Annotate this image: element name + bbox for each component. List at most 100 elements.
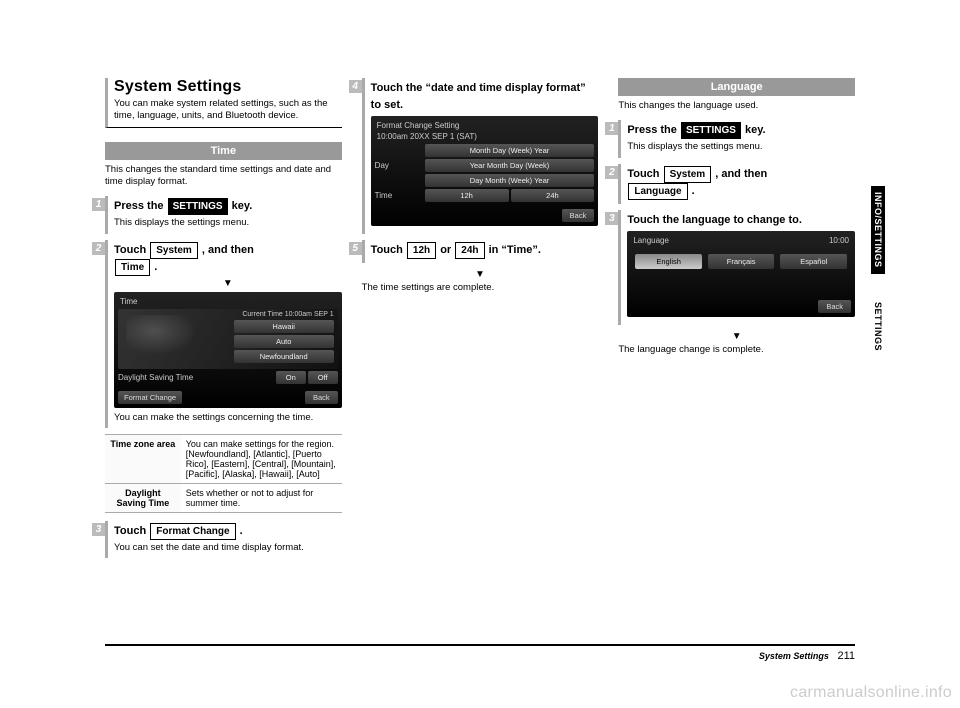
- shot-title: Time: [118, 296, 338, 307]
- title-block: System Settings You can make system rela…: [105, 78, 342, 128]
- step3-text: Touch the language to change to.: [627, 212, 855, 229]
- time-step-3: 3 Touch Format Change . You can set the …: [105, 521, 342, 558]
- section-time-heading: Time: [105, 142, 342, 160]
- settings-key: SETTINGS: [681, 122, 741, 139]
- text: , and then: [202, 244, 254, 256]
- text: Press the: [114, 200, 167, 212]
- lang-step-2: 2 Touch System , and then Language .: [618, 164, 855, 204]
- lang-francais: Français: [708, 254, 775, 269]
- time-key: Time: [115, 259, 150, 276]
- settings-key: SETTINGS: [168, 198, 228, 215]
- footer-page: 211: [837, 650, 855, 662]
- text: or: [440, 244, 454, 256]
- text: Touch: [627, 168, 662, 180]
- step-number: 1: [92, 198, 105, 211]
- format-screenshot: Format Change Setting 10:00am 20XX SEP 1…: [371, 116, 599, 226]
- col-1: System Settings You can make system rela…: [105, 78, 342, 564]
- step-number: 2: [605, 166, 618, 179]
- table-h2: Daylight Saving Time: [105, 484, 181, 513]
- text: Touch: [371, 244, 406, 256]
- fmt-opt: Year Month Day (Week): [425, 159, 595, 172]
- time-step-2: 2 Touch System , and then Time . ▼ Time …: [105, 240, 342, 428]
- language-done: The language change is complete.: [618, 344, 855, 356]
- shot-sub: 10:00am 20XX SEP 1 (SAT): [375, 131, 595, 142]
- shot-title: Format Change Setting: [375, 120, 595, 131]
- tz-opt: Auto: [234, 335, 334, 348]
- table-v2: Sets whether or not to adjust for summer…: [181, 484, 342, 513]
- text: in “Time”.: [489, 244, 541, 256]
- text: Press the: [627, 124, 680, 136]
- format-change-btn: Format Change: [118, 391, 182, 404]
- step-number: 3: [605, 212, 618, 225]
- lang-step-1: 1 Press the SETTINGS key. This displays …: [618, 120, 855, 157]
- format-step-4: 4 Touch the “date and time display forma…: [362, 78, 599, 234]
- page: System Settings You can make system rela…: [105, 78, 855, 662]
- time-12h: 12h: [425, 189, 509, 202]
- col-3: Language This changes the language used.…: [618, 78, 855, 564]
- col-2: 4 Touch the “date and time display forma…: [362, 78, 599, 564]
- language-key: Language: [628, 183, 687, 200]
- page-title: System Settings: [114, 78, 342, 96]
- back-btn: Back: [562, 209, 595, 222]
- format-done: The time settings are complete.: [362, 282, 599, 294]
- tz-opt: Newfoundland: [234, 350, 334, 363]
- text: key.: [232, 200, 253, 212]
- fmt-opt: Day Month (Week) Year: [425, 174, 595, 187]
- fmt-opt: Month Day (Week) Year: [425, 144, 595, 157]
- step-number: 4: [349, 80, 362, 93]
- language-screenshot: Language 10:00 English Français Español …: [627, 231, 855, 317]
- dst-on: On: [276, 371, 306, 384]
- text: .: [692, 185, 695, 197]
- text: , and then: [715, 168, 767, 180]
- key-24h: 24h: [455, 242, 484, 259]
- tab-settings: SETTINGS: [871, 296, 885, 357]
- watermark: carmanualsonline.info: [790, 684, 952, 702]
- dst-off: Off: [308, 371, 338, 384]
- step4-text: Touch the “date and time display format”…: [371, 80, 599, 113]
- system-key: System: [664, 166, 712, 183]
- footer-section: System Settings: [759, 651, 829, 661]
- section-language-heading: Language: [618, 78, 855, 96]
- down-arrow-icon: ▼: [362, 269, 599, 280]
- time-desc: This changes the standard time settings …: [105, 164, 342, 189]
- format-step-5: 5 Touch 12h or 24h in “Time”.: [362, 240, 599, 263]
- back-btn: Back: [305, 391, 338, 404]
- text: key.: [745, 124, 766, 136]
- time-24h: 24h: [511, 189, 595, 202]
- time-screenshot: Time Current Time 10:00am SEP 1 Hawaii A…: [114, 292, 342, 408]
- step-sub: This displays the settings menu.: [114, 217, 342, 229]
- step-number: 5: [349, 242, 362, 255]
- shot-map: Current Time 10:00am SEP 1 Hawaii Auto N…: [118, 309, 338, 369]
- down-arrow-icon: ▼: [618, 331, 855, 342]
- key-12h: 12h: [407, 242, 436, 259]
- tz-opt: Hawaii: [234, 320, 334, 333]
- shot-clock: 10:00: [827, 235, 851, 246]
- page-intro: You can make system related settings, su…: [114, 98, 342, 123]
- system-key: System: [150, 242, 198, 259]
- shot-title: Language: [631, 235, 671, 246]
- side-tabs: INFO/SETTINGS SETTINGS: [871, 186, 889, 357]
- step-sub: This displays the settings menu.: [627, 141, 855, 153]
- step-number: 3: [92, 523, 105, 536]
- down-arrow-icon: ▼: [114, 278, 342, 289]
- table-v1: You can make settings for the region. [N…: [181, 435, 342, 484]
- text: .: [154, 261, 157, 273]
- dst-label: Daylight Saving Time: [118, 373, 208, 382]
- time-label: Time: [375, 191, 425, 200]
- back-btn: Back: [818, 300, 851, 313]
- tab-info-settings: INFO/SETTINGS: [871, 186, 885, 274]
- lang-espanol: Español: [780, 254, 847, 269]
- text: .: [240, 525, 243, 537]
- time-table: Time zone area You can make settings for…: [105, 434, 342, 513]
- page-footer: System Settings 211: [105, 644, 855, 662]
- step2-sub: You can make the settings concerning the…: [114, 412, 342, 424]
- current-time: Current Time 10:00am SEP 1: [234, 311, 334, 318]
- language-desc: This changes the language used.: [618, 100, 855, 112]
- step3-sub: You can set the date and time display fo…: [114, 542, 342, 554]
- step-number: 2: [92, 242, 105, 255]
- lang-english: English: [635, 254, 702, 269]
- format-change-key: Format Change: [150, 523, 235, 540]
- lang-step-3: 3 Touch the language to change to. Langu…: [618, 210, 855, 326]
- text: Touch: [114, 244, 149, 256]
- step-number: 1: [605, 122, 618, 135]
